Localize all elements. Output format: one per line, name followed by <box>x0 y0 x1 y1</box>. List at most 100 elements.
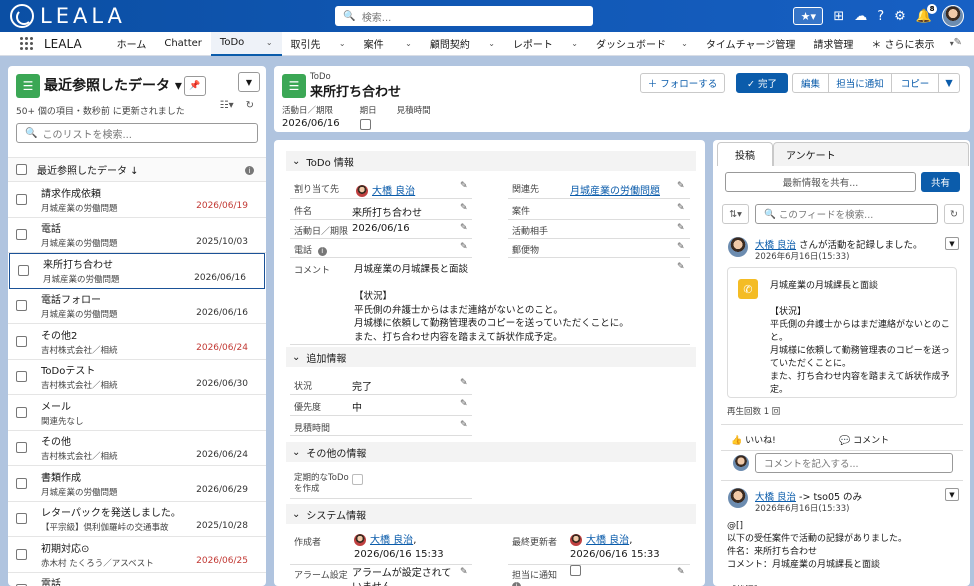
gear-icon[interactable]: ⚙ <box>894 9 906 24</box>
related-link[interactable]: 月城産業の労働問題 <box>570 182 660 197</box>
list-search-input[interactable]: 🔍 このリストを検索... <box>16 123 258 143</box>
share-update-input[interactable]: 最新情報を共有... <box>725 172 916 192</box>
edit-button[interactable]: 編集 <box>792 73 829 93</box>
post-menu-dropdown[interactable]: ▼ <box>945 237 959 250</box>
row-checkbox[interactable] <box>16 406 27 418</box>
list-item-title[interactable]: メール <box>41 398 84 413</box>
row-checkbox[interactable] <box>18 265 29 277</box>
follow-button[interactable]: ＋ フォローする <box>640 73 725 93</box>
global-search-input[interactable]: 🔍 検索... <box>335 6 593 26</box>
sort-feed-button[interactable]: ⇅▾ <box>722 204 749 224</box>
display-as-icon[interactable]: ☷▾ <box>220 100 234 111</box>
list-item-title[interactable]: 電話 <box>41 575 154 586</box>
pencil-icon[interactable]: ✎ <box>460 242 468 252</box>
trailhead-icon[interactable]: ☁ <box>854 9 867 24</box>
section-system-info[interactable]: ⌄ システム情報 <box>286 504 696 524</box>
list-item-title[interactable]: 電話 <box>41 220 118 235</box>
like-button[interactable]: 👍 いいね! <box>731 433 776 446</box>
app-launcher-icon[interactable] <box>20 36 34 51</box>
pencil-icon[interactable]: ✎ <box>460 203 468 213</box>
list-item-title[interactable]: 初期対応⊙ <box>41 540 154 555</box>
nav-reports[interactable]: レポート ⌄ <box>504 32 587 56</box>
assignee-link[interactable]: 大橋 良治 <box>356 182 415 197</box>
row-checkbox[interactable] <box>16 193 27 205</box>
comment-input[interactable]: コメントを記入する... <box>755 453 953 473</box>
user-avatar[interactable] <box>728 237 748 257</box>
add-icon[interactable]: ⊞ <box>833 9 844 24</box>
section-additional-info[interactable]: ⌄ 追加情報 <box>286 347 696 367</box>
notify-assignee-button[interactable]: 担当に通知 <box>828 73 892 93</box>
list-item[interactable]: その他 吉村株式会社／相続 2026/06/24 <box>8 431 266 466</box>
pencil-icon[interactable]: ✎ <box>677 262 685 272</box>
pencil-icon[interactable]: ✎ <box>460 399 468 409</box>
section-other-info[interactable]: ⌄ その他の情報 <box>286 442 696 462</box>
list-item-title[interactable]: 請求作成依頼 <box>41 185 118 200</box>
list-actions-dropdown[interactable]: ▼ <box>238 72 260 92</box>
pencil-icon[interactable]: ✎ <box>677 223 685 233</box>
refresh-icon[interactable]: ↻ <box>246 100 254 111</box>
nav-home[interactable]: ホーム <box>108 32 156 56</box>
row-checkbox[interactable] <box>16 335 27 347</box>
nav-more[interactable]: ＊ さらに表示 ▾ <box>862 32 962 56</box>
pencil-icon[interactable]: ✎ <box>460 223 468 233</box>
tab-post[interactable]: 投稿 <box>717 142 773 166</box>
nav-todo[interactable]: ToDo ⌄ <box>210 31 282 56</box>
list-item-title[interactable]: その他2 <box>41 327 118 342</box>
list-item-title[interactable]: レターパックを発送しました。 <box>41 504 181 519</box>
complete-button[interactable]: ✓ 完了 <box>736 73 788 93</box>
comment-button[interactable]: 💬 コメント <box>839 433 889 446</box>
app-logo[interactable]: LEALA <box>10 4 126 28</box>
list-item-title[interactable]: 電話フォロー <box>41 291 118 306</box>
activity-card[interactable]: ✆ 月城産業の月城課長と面談 【状況】 平氏側の弁護士からはまだ連絡がないとのこ… <box>727 267 957 398</box>
user-avatar[interactable] <box>728 488 748 508</box>
list-item[interactable]: レターパックを発送しました。 【平宗級】倶利伽羅峠の交通事故 2025/10/28 <box>8 502 266 537</box>
list-view-selector[interactable]: 最近参照したデータ ▾ <box>44 75 182 95</box>
favorites-button[interactable]: ★▾ <box>793 7 824 25</box>
row-checkbox[interactable] <box>16 513 27 525</box>
list-item[interactable]: 書類作成 月城産業の労働問題 2026/06/29 <box>8 466 266 502</box>
nav-contracts[interactable]: 顧問契約 ⌄ <box>421 32 504 56</box>
list-item[interactable]: ToDoテスト 吉村株式会社／相続 2026/06/30 <box>8 360 266 395</box>
share-button[interactable]: 共有 <box>921 172 960 192</box>
nav-dashboards[interactable]: ダッシュボード ⌄ <box>587 32 697 56</box>
list-item[interactable]: メール 関連先なし <box>8 395 266 431</box>
list-item[interactable]: 来所打ち合わせ 月城産業の労働問題 2026/06/16 <box>9 253 265 289</box>
list-item-title[interactable]: 書類作成 <box>41 469 118 484</box>
row-checkbox[interactable] <box>16 442 27 454</box>
row-checkbox[interactable] <box>16 229 27 241</box>
pencil-icon[interactable]: ✎ <box>677 567 685 577</box>
nav-chatter[interactable]: Chatter <box>155 32 211 56</box>
pencil-icon[interactable]: ✎ <box>677 242 685 252</box>
list-item[interactable]: 電話フォロー 月城産業の労働問題 2026/06/16 <box>8 289 266 324</box>
pencil-icon[interactable]: ✎ <box>460 420 468 430</box>
pencil-icon[interactable]: ✎ <box>460 181 468 191</box>
list-item[interactable]: 初期対応⊙ 赤木村 たくろう／アスベスト 2026/06/25 <box>8 537 266 573</box>
pencil-icon[interactable]: ✎ <box>460 378 468 388</box>
list-item-title[interactable]: その他 <box>41 433 118 448</box>
list-item[interactable]: 請求作成依頼 月城産業の労働問題 2026/06/19 <box>8 182 266 218</box>
nav-timecharge[interactable]: タイムチャージ管理 <box>697 32 805 56</box>
row-checkbox[interactable] <box>16 548 27 560</box>
row-checkbox[interactable] <box>16 477 27 489</box>
post-menu-dropdown[interactable]: ▼ <box>945 488 959 501</box>
select-all-checkbox[interactable] <box>16 164 27 175</box>
edit-nav-icon[interactable]: ✎ <box>954 37 962 48</box>
pin-icon[interactable]: 📌 <box>184 76 206 96</box>
pencil-icon[interactable]: ✎ <box>460 567 468 577</box>
notification-bell-icon[interactable]: 🔔 8 <box>916 3 937 24</box>
user-avatar[interactable] <box>942 5 964 27</box>
pencil-icon[interactable]: ✎ <box>677 203 685 213</box>
list-column-header[interactable]: 最近参照したデータ ↓ i <box>8 158 266 182</box>
tab-survey[interactable]: アンケート <box>773 142 969 166</box>
row-checkbox[interactable] <box>16 371 27 383</box>
list-item[interactable]: 電話 月城産業の労働問題 2025/10/03 <box>8 218 266 253</box>
more-actions-dropdown[interactable]: ▼ <box>938 73 960 93</box>
refresh-feed-button[interactable]: ↻ <box>944 204 964 224</box>
feed-search-input[interactable]: 🔍 このフィードを検索... <box>755 204 938 224</box>
nav-accounts[interactable]: 取引先 ⌄ <box>282 32 355 56</box>
list-item[interactable]: 電話赤木村 たくろう／アスベスト2026/02/25 <box>8 573 266 586</box>
section-todo-info[interactable]: ⌄ ToDo 情報 <box>286 151 696 171</box>
nav-billing[interactable]: 請求管理 <box>804 32 862 56</box>
list-item-title[interactable]: 来所打ち合わせ <box>43 256 120 271</box>
nav-cases[interactable]: 案件 ⌄ <box>355 32 421 56</box>
